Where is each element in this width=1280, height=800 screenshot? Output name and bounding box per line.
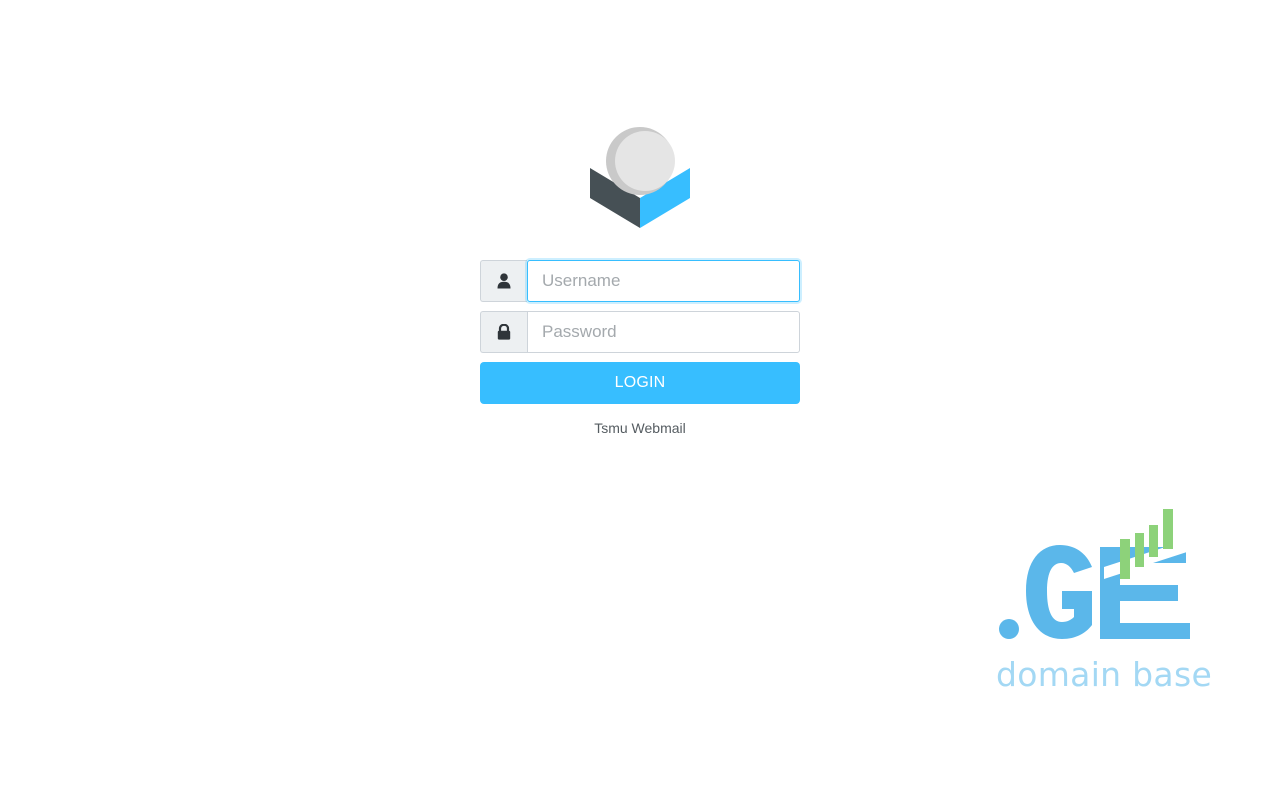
ge-domain-base-logo: domain base [990,505,1212,700]
ge-logo-graphic [999,509,1190,639]
username-input[interactable] [527,260,800,302]
password-group [480,311,800,353]
user-icon [480,260,527,302]
login-button[interactable]: LOGIN [480,362,800,404]
username-group [480,260,800,302]
login-page: LOGIN Tsmu Webmail domain base [0,0,1280,800]
roundcube-logo-icon [590,127,690,228]
ge-tagline: domain base [996,655,1213,694]
product-name: Tsmu Webmail [594,420,686,436]
password-input[interactable] [527,311,800,353]
login-form: LOGIN Tsmu Webmail [480,260,800,436]
lock-icon [480,311,527,353]
